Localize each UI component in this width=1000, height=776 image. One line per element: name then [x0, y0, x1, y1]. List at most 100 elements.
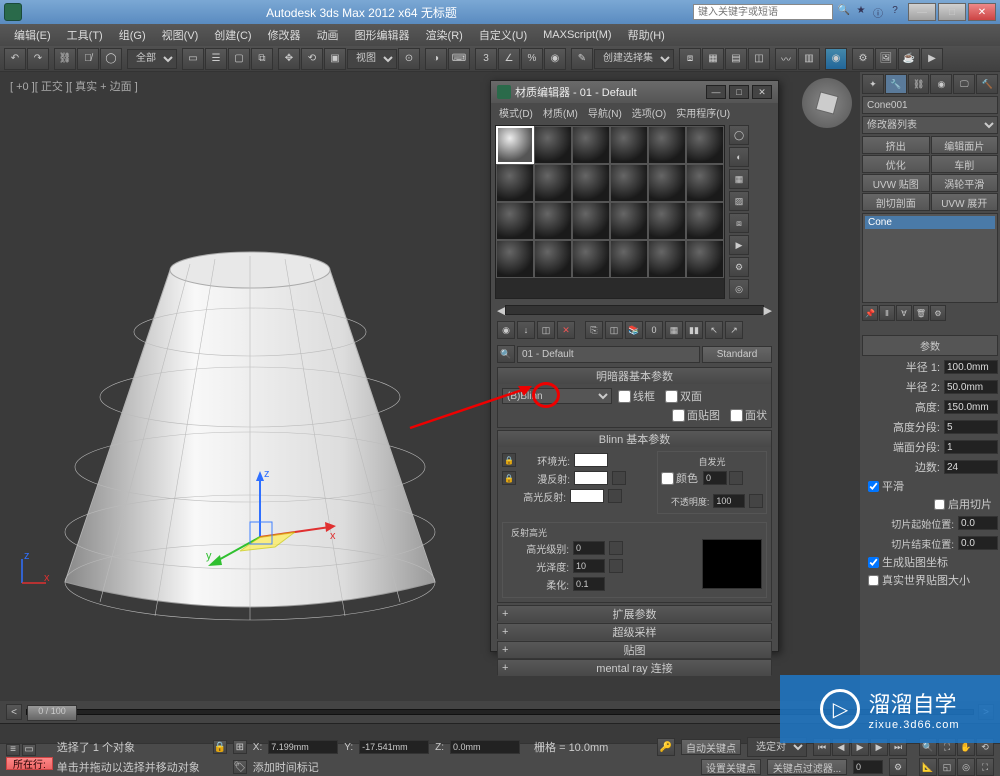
me-maximize-button[interactable]: □ [729, 85, 749, 99]
selection-filter-dropdown[interactable]: 全部 [127, 49, 177, 69]
material-slot-12[interactable] [686, 164, 724, 202]
gloss-spinner[interactable] [573, 559, 605, 573]
me-menu-navigation[interactable]: 导航(N) [584, 103, 626, 122]
radius1-spinner[interactable] [944, 360, 998, 374]
get-material-button[interactable]: ◉ [497, 321, 515, 339]
select-by-name-button[interactable]: ☰ [205, 48, 227, 70]
face-map-checkbox[interactable] [672, 409, 685, 422]
uvw-map-button[interactable]: UVW 贴图 [862, 174, 930, 192]
y-coord-input[interactable] [359, 740, 429, 754]
gloss-map-button[interactable] [609, 559, 623, 573]
remove-modifier-button[interactable]: 🗑 [913, 305, 929, 321]
put-to-library-button[interactable]: 📚 [625, 321, 643, 339]
soften-spinner[interactable] [573, 577, 605, 591]
fov-button[interactable]: 📐 [919, 758, 937, 776]
current-frame-input[interactable] [853, 760, 883, 774]
specular-map-button[interactable] [608, 489, 622, 503]
quickrender-button[interactable]: ▶ [921, 48, 943, 70]
rectangular-select-button[interactable]: ▢ [228, 48, 250, 70]
material-slot-1[interactable] [496, 126, 534, 164]
diffuse-color-swatch[interactable] [574, 471, 608, 485]
motion-tab[interactable]: ◉ [930, 74, 952, 94]
show-end-result-button[interactable]: ▮▮ [685, 321, 703, 339]
search-icon[interactable]: 🔍 [837, 5, 851, 19]
me-menu-modes[interactable]: 模式(D) [495, 103, 537, 122]
x-coord-input[interactable] [268, 740, 338, 754]
ambient-color-swatch[interactable] [574, 453, 608, 467]
scroll-left-icon[interactable]: ◀ [497, 304, 505, 317]
modifier-stack[interactable]: Cone [862, 213, 998, 303]
material-slot-10[interactable] [610, 164, 648, 202]
redo-button[interactable]: ↷ [27, 48, 49, 70]
mirror-button[interactable]: ⧈ [679, 48, 701, 70]
modifier-list-dropdown[interactable]: 修改器列表 [862, 116, 998, 134]
script-mini-button[interactable]: ▭ [22, 744, 36, 756]
menu-group[interactable]: 组(G) [111, 24, 154, 46]
snap-toggle-button[interactable]: 3 [475, 48, 497, 70]
menu-animation[interactable]: 动画 [309, 24, 347, 46]
show-end-result-button[interactable]: Ⅱ [879, 305, 895, 321]
percent-snap-button[interactable]: % [521, 48, 543, 70]
pin-stack-button[interactable]: 📌 [862, 305, 878, 321]
sample-type-button[interactable]: ◯ [729, 125, 749, 145]
capsegs-spinner[interactable] [944, 440, 998, 454]
backlight-button[interactable]: ◐ [729, 147, 749, 167]
material-slot-11[interactable] [648, 164, 686, 202]
bind-spacewarp-button[interactable]: ◯ [100, 48, 122, 70]
opacity-map-button[interactable] [749, 494, 763, 508]
select-rotate-button[interactable]: ⟲ [301, 48, 323, 70]
schematic-view-button[interactable]: ▥ [798, 48, 820, 70]
material-slot-6[interactable] [686, 126, 724, 164]
material-type-button[interactable]: Standard [702, 346, 772, 363]
time-tag-button[interactable]: 🏷 [233, 760, 247, 774]
link-button[interactable]: ⛓ [54, 48, 76, 70]
maxscript-mini-listener-button[interactable]: 所在行: [6, 757, 53, 770]
stack-item-cone[interactable]: Cone [865, 216, 995, 229]
options-button[interactable]: ⚙ [729, 257, 749, 277]
modify-tab[interactable]: 🔧 [885, 74, 907, 94]
slice-from-spinner[interactable] [958, 516, 998, 530]
maximize-button[interactable]: □ [938, 3, 966, 21]
material-id-button[interactable]: 0 [645, 321, 663, 339]
diffuse-map-button[interactable] [612, 471, 626, 485]
make-preview-button[interactable]: ▶ [729, 235, 749, 255]
move-gizmo[interactable]: z x y [200, 467, 350, 587]
shader-params-rollout-header[interactable]: 明暗器基本参数 [498, 368, 771, 384]
material-slot-22[interactable] [610, 240, 648, 278]
material-slot-20[interactable] [534, 240, 572, 278]
menu-rendering[interactable]: 渲染(R) [418, 24, 471, 46]
viewport-label[interactable]: [ +0 ][ 正交 ][ 真实 + 边面 ] [10, 78, 138, 94]
edit-named-sel-button[interactable]: ✎ [571, 48, 593, 70]
assign-to-selection-button[interactable]: ◫ [537, 321, 555, 339]
material-slot-16[interactable] [610, 202, 648, 240]
sides-spinner[interactable] [944, 460, 998, 474]
reset-map-button[interactable]: ✕ [557, 321, 575, 339]
arc-rotate-button[interactable]: ◎ [957, 758, 975, 776]
graphite-button[interactable]: ◫ [748, 48, 770, 70]
ref-coord-dropdown[interactable]: 视图 [347, 49, 397, 69]
menu-customize[interactable]: 自定义(U) [471, 24, 535, 46]
material-slot-13[interactable] [496, 202, 534, 240]
material-slot-14[interactable] [534, 202, 572, 240]
lathe-button[interactable]: 车削 [931, 155, 999, 173]
configure-sets-button[interactable]: ⚙ [930, 305, 946, 321]
maps-rollout[interactable]: +贴图 [498, 642, 771, 658]
select-move-button[interactable]: ✥ [278, 48, 300, 70]
slice-to-spinner[interactable] [958, 536, 998, 550]
self-illum-color-checkbox[interactable] [661, 472, 674, 485]
display-tab[interactable]: 🖵 [953, 74, 975, 94]
render-production-button[interactable]: ☕ [898, 48, 920, 70]
hierarchy-tab[interactable]: ⛓ [908, 74, 930, 94]
material-slot-4[interactable] [610, 126, 648, 164]
material-slot-2[interactable] [534, 126, 572, 164]
abs-rel-button[interactable]: ⊞ [233, 740, 247, 754]
menu-edit[interactable]: 编辑(E) [6, 24, 59, 46]
z-coord-input[interactable] [450, 740, 520, 754]
material-slot-8[interactable] [534, 164, 572, 202]
me-close-button[interactable]: ✕ [752, 85, 772, 99]
material-slot-18[interactable] [686, 202, 724, 240]
align-button[interactable]: ▦ [702, 48, 724, 70]
smooth-checkbox[interactable] [868, 481, 879, 492]
layers-button[interactable]: ▤ [725, 48, 747, 70]
specular-color-swatch[interactable] [570, 489, 604, 503]
